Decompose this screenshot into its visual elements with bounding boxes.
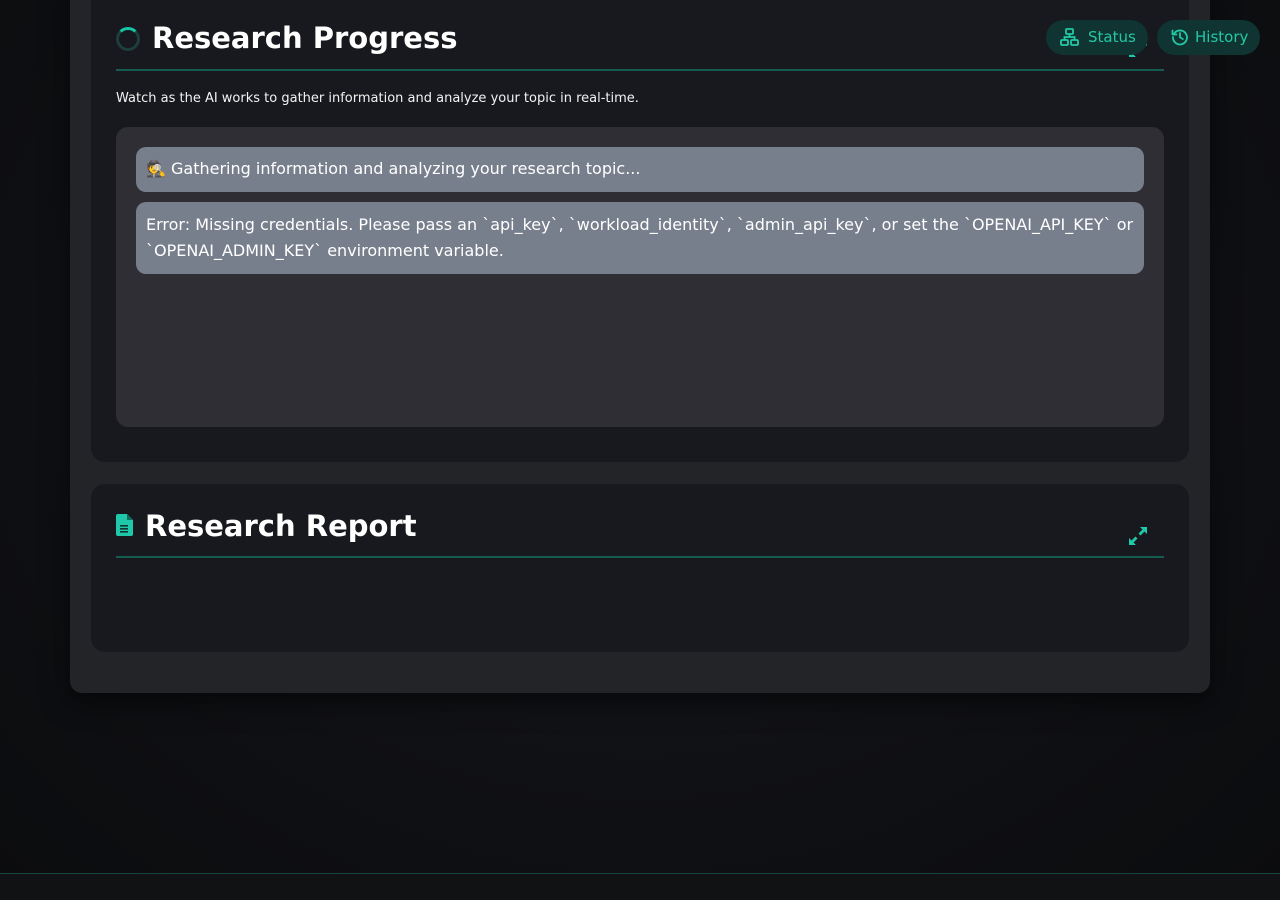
history-icon <box>1171 29 1188 46</box>
progress-log[interactable]: 🕵️ Gathering information and analyzing y… <box>116 127 1164 427</box>
footer-bar <box>0 873 1280 900</box>
research-progress-subtitle: Watch as the AI works to gather informat… <box>116 91 639 106</box>
research-report-header: Research Report <box>116 504 1164 558</box>
research-report-title: Research Report <box>145 509 417 543</box>
document-icon <box>116 514 133 536</box>
sitemap-icon <box>1060 28 1079 46</box>
research-progress-card: Research Progress Watch as the AI works … <box>91 0 1189 462</box>
history-button-label: History <box>1195 28 1249 46</box>
loading-spinner-icon <box>116 27 140 51</box>
research-report-card: Research Report <box>91 484 1189 652</box>
expand-icon[interactable] <box>1126 524 1150 548</box>
status-button-label: Status <box>1088 28 1136 46</box>
log-item: 🕵️ Gathering information and analyzing y… <box>136 147 1144 192</box>
status-button[interactable]: Status <box>1046 20 1148 55</box>
log-item-error: Error: Missing credentials. Please pass … <box>136 202 1144 274</box>
log-item-text: Gathering information and analyzing your… <box>171 159 641 178</box>
history-button[interactable]: History <box>1157 20 1260 55</box>
research-progress-title: Research Progress <box>152 21 458 55</box>
log-item-text: Error: Missing credentials. Please pass … <box>146 215 1134 260</box>
detective-emoji-icon: 🕵️ <box>146 159 166 178</box>
research-progress-header: Research Progress <box>116 0 1164 71</box>
